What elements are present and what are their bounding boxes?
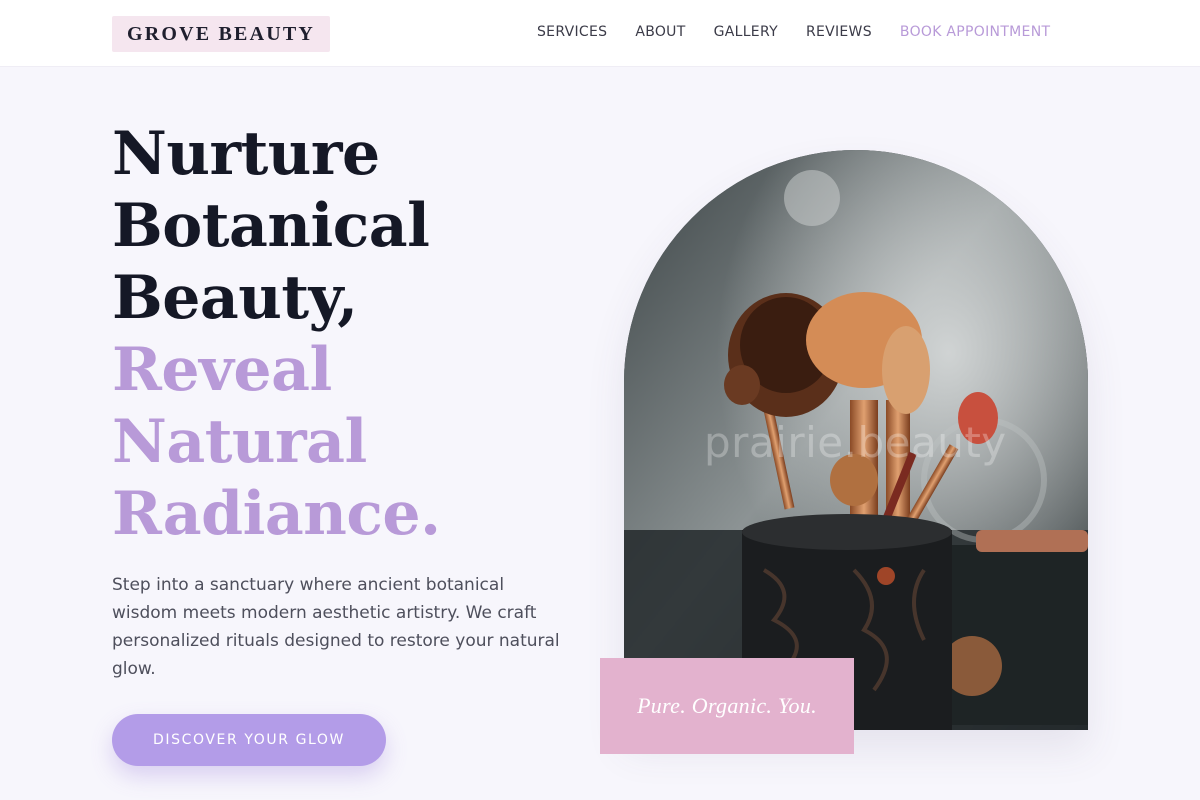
site-header: GROVE BEAUTY SERVICES ABOUT GALLERY REVI… [0,0,1200,67]
nav-link-about[interactable]: ABOUT [635,24,685,40]
tagline-text: Pure. Organic. You. [637,693,817,718]
headline-accent-line: Natural [112,407,367,477]
nav-link-reviews[interactable]: REVIEWS [806,24,872,40]
discover-glow-button[interactable]: DISCOVER YOUR GLOW [112,714,386,766]
image-watermark: prairie.beauty [704,418,1007,467]
hero-description: Step into a sanctuary where ancient bota… [112,575,560,679]
headline-line: Beauty, [112,263,358,333]
book-appointment-link[interactable]: BOOK APPOINTMENT [900,24,1050,40]
main-nav: SERVICES ABOUT GALLERY REVIEWS BOOK APPO… [537,24,1050,40]
hero-image: prairie.beauty [624,150,1088,730]
tagline-card: Pure. Organic. You. [600,658,854,754]
brand-logo[interactable]: GROVE BEAUTY [112,16,330,52]
hero-headline: Nurture Botanical Beauty, Reveal Natural… [112,118,441,550]
headline-accent-line: Reveal [112,335,332,405]
headline-accent-line: Radiance. [112,479,441,549]
nav-link-gallery[interactable]: GALLERY [714,24,778,40]
headline-line: Botanical [112,191,430,261]
headline-line: Nurture [112,119,380,189]
nav-link-services[interactable]: SERVICES [537,24,607,40]
